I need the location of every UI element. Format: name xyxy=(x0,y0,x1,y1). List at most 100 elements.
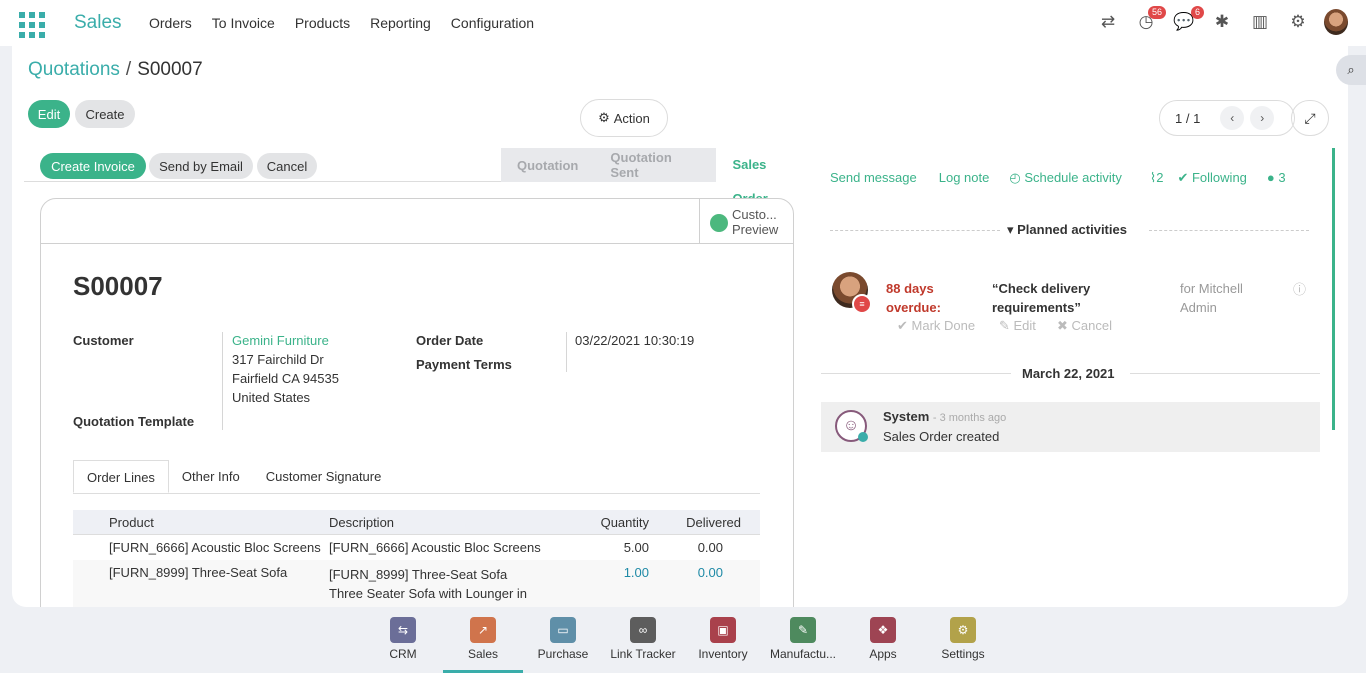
menu-orders[interactable]: Orders xyxy=(149,15,192,31)
message-time: - 3 months ago xyxy=(932,412,1007,424)
app-inventory[interactable]: ▣ Inventory xyxy=(683,617,763,661)
app-label: CRM xyxy=(389,647,417,661)
table-row[interactable]: [FURN_6666] Acoustic Bloc Screens [FURN_… xyxy=(73,535,760,560)
app-crm[interactable]: ⇆ CRM xyxy=(363,617,443,661)
column-quantity[interactable]: Quantity xyxy=(563,515,649,530)
customer-preview-button[interactable]: Custo... Preview xyxy=(699,199,793,244)
schedule-activity-button[interactable]: ◴ Schedule activity xyxy=(1009,170,1122,186)
activity-badge: 56 xyxy=(1147,6,1166,19)
messages-badge: 6 xyxy=(1190,6,1204,19)
assignee-line: Admin xyxy=(1180,300,1217,315)
create-invoice-button[interactable]: Create Invoice xyxy=(40,153,146,179)
preview-label-1: Custo... xyxy=(732,207,777,222)
pager-value[interactable]: 1 / 1 xyxy=(1175,111,1200,126)
following-button[interactable]: ✔ Following xyxy=(1177,170,1246,186)
pager-previous-icon[interactable]: ‹ xyxy=(1220,106,1245,130)
column-product[interactable]: Product xyxy=(109,515,329,530)
menu-configuration[interactable]: Configuration xyxy=(451,15,534,31)
menu-to-invoice[interactable]: To Invoice xyxy=(212,15,275,31)
chatter: Send message Log note ◴ Schedule activit… xyxy=(809,148,1332,607)
menu-reporting[interactable]: Reporting xyxy=(370,15,431,31)
activity-clock-icon[interactable]: ◷ 56 xyxy=(1134,6,1166,34)
column-description[interactable]: Description xyxy=(329,515,563,530)
attachments-count: 2 xyxy=(1156,170,1164,185)
cell-product: [FURN_8999] Three-Seat Sofa xyxy=(109,565,288,580)
table-row[interactable]: [FURN_8999] Three-Seat Sofa [FURN_8999] … xyxy=(73,560,760,607)
wrench-icon: ✎ xyxy=(790,617,816,643)
app-link-tracker[interactable]: ∞ Link Tracker xyxy=(603,617,683,661)
tab-customer-signature[interactable]: Customer Signature xyxy=(253,460,395,493)
app-menu-icon[interactable] xyxy=(19,12,45,38)
overdue-line: 88 days xyxy=(886,281,934,296)
attachments-button[interactable]: ⌇2 xyxy=(1150,170,1164,186)
summary-line: requirements” xyxy=(992,300,1081,315)
app-switcher-bar: ⇆ CRM ↗ Sales ▭ Purchase ∞ Link Tracker ▣ Inv… xyxy=(0,607,1366,673)
messages-icon[interactable]: 💬 6 xyxy=(1172,6,1204,34)
user-avatar[interactable] xyxy=(1324,9,1348,35)
notebook-tabs: Order Lines Other Info Customer Signatur… xyxy=(73,460,760,494)
log-note-button[interactable]: Log note xyxy=(939,170,990,186)
edit-activity-label: Edit xyxy=(1013,318,1036,333)
gear-icon: ⚙ xyxy=(950,617,976,643)
column-delivered[interactable]: Delivered xyxy=(649,515,741,530)
planned-activities-toggle[interactable]: ▾ Planned activities xyxy=(1007,222,1127,238)
divider xyxy=(821,373,1011,374)
times-icon: ✖ xyxy=(1057,318,1072,333)
app-purchase[interactable]: ▭ Purchase xyxy=(523,617,603,661)
cell-delivered: 0.00 xyxy=(697,565,723,580)
company-building-icon[interactable]: ▥ xyxy=(1248,10,1272,34)
debug-bug-icon[interactable]: ✱ xyxy=(1210,10,1234,34)
cancel-activity-button[interactable]: ✖ Cancel xyxy=(1057,318,1112,334)
send-message-button[interactable]: Send message xyxy=(830,170,917,186)
link-icon: ∞ xyxy=(630,617,656,643)
summary-line: “Check delivery xyxy=(992,281,1091,296)
mark-done-button[interactable]: ✔ Mark Done xyxy=(897,318,975,334)
send-by-email-button[interactable]: Send by Email xyxy=(149,153,253,179)
description-line: Three Seater Sofa with Lounger in xyxy=(329,586,528,601)
app-label: Manufactu... xyxy=(769,647,837,661)
message-body: Sales Order created xyxy=(883,429,1000,444)
app-label: Link Tracker xyxy=(610,647,676,661)
app-label: Sales xyxy=(467,647,499,661)
status-pipeline: Quotation Quotation Sent Sales Order xyxy=(501,148,819,206)
info-icon[interactable]: ⓘ xyxy=(1293,279,1306,298)
app-manufacturing[interactable]: ✎ Manufactu... xyxy=(763,617,843,661)
handshake-icon: ⇆ xyxy=(390,617,416,643)
top-navbar: Sales Orders To Invoice Products Reporti… xyxy=(0,0,1366,46)
tab-other-info[interactable]: Other Info xyxy=(169,460,253,493)
app-sales[interactable]: ↗ Sales xyxy=(443,617,523,673)
statusbar: Create Invoice Send by Email Cancel Quot… xyxy=(24,148,819,206)
quotation-template-label: Quotation Template xyxy=(73,414,195,429)
app-apps[interactable]: ❖ Apps xyxy=(843,617,923,661)
app-settings[interactable]: ⚙ Settings xyxy=(923,617,1003,661)
edit-activity-button[interactable]: ✎ Edit xyxy=(999,318,1036,334)
app-label: Inventory xyxy=(698,647,748,661)
customer-link[interactable]: Gemini Furniture xyxy=(232,333,329,348)
settings-gear-icon[interactable]: ⚙ xyxy=(1286,10,1310,34)
tab-order-lines[interactable]: Order Lines xyxy=(73,460,169,493)
state-sales-order[interactable]: Sales Order xyxy=(716,148,819,206)
check-icon: ✔ xyxy=(1177,170,1192,185)
zoom-search-icon[interactable]: ⌕ xyxy=(1336,55,1366,85)
language-icon[interactable]: ⇄ xyxy=(1096,10,1120,34)
form-panel: Quotations / S00007 Edit Create ⚙ Action 1 … xyxy=(12,46,1348,607)
state-quotation[interactable]: Quotation xyxy=(501,158,594,173)
cell-quantity: 5.00 xyxy=(623,540,649,555)
field-divider xyxy=(222,332,223,430)
breadcrumb-current: S00007 xyxy=(137,59,203,80)
breadcrumb-parent[interactable]: Quotations xyxy=(28,59,120,80)
menu-products[interactable]: Products xyxy=(295,15,350,31)
create-button[interactable]: Create xyxy=(75,100,135,128)
edit-button[interactable]: Edit xyxy=(28,100,70,128)
chatter-scrollbar[interactable] xyxy=(1332,148,1335,430)
followers-button[interactable]: ● 3 xyxy=(1267,170,1286,186)
cancel-order-button[interactable]: Cancel xyxy=(257,153,317,179)
pager-next-icon[interactable]: › xyxy=(1250,106,1275,130)
sheet-header: Custo... Preview xyxy=(41,199,793,244)
expand-icon[interactable]: ⤢ xyxy=(1291,100,1329,136)
message-header: System - 3 months ago xyxy=(883,409,1006,424)
state-quotation-sent[interactable]: Quotation Sent xyxy=(594,150,716,180)
action-button[interactable]: ⚙ Action xyxy=(580,99,668,137)
app-brand[interactable]: Sales xyxy=(74,12,122,34)
customer-address-line: United States xyxy=(232,390,311,405)
